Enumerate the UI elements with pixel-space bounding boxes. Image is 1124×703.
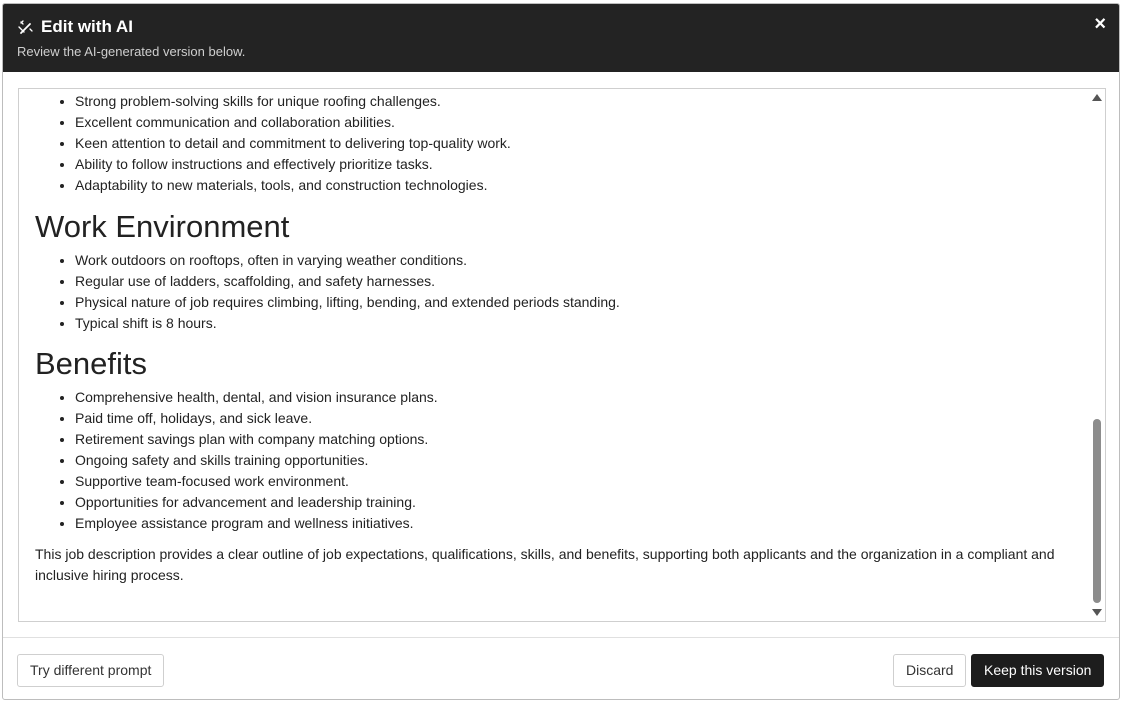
scroll-down-icon[interactable]	[1092, 609, 1102, 616]
list-item: Adaptability to new materials, tools, an…	[75, 175, 1073, 196]
keep-this-version-button[interactable]: Keep this version	[971, 654, 1105, 687]
work-environment-list: Work outdoors on rooftops, often in vary…	[35, 250, 1073, 334]
magic-wand-icon	[18, 20, 33, 34]
list-item: Comprehensive health, dental, and vision…	[75, 387, 1073, 408]
list-item: Ability to follow instructions and effec…	[75, 154, 1073, 175]
list-item: Regular use of ladders, scaffolding, and…	[75, 271, 1073, 292]
discard-button[interactable]: Discard	[893, 654, 967, 687]
dialog-footer: Try different prompt Discard Keep this v…	[3, 637, 1119, 699]
benefits-list: Comprehensive health, dental, and vision…	[35, 387, 1073, 534]
list-item: Strong problem-solving skills for unique…	[75, 91, 1073, 112]
dialog-title: Edit with AI	[41, 17, 133, 36]
content-scrollbar[interactable]	[1089, 89, 1105, 621]
benefits-heading: Benefits	[35, 346, 148, 381]
list-item: Ongoing safety and skills training oppor…	[75, 450, 1073, 471]
list-item: Retirement savings plan with company mat…	[75, 429, 1073, 450]
generated-content: Strong problem-solving skills for unique…	[19, 89, 1089, 621]
skills-list: Strong problem-solving skills for unique…	[35, 91, 1073, 196]
work-environment-heading: Work Environment	[35, 209, 290, 244]
list-item: Physical nature of job requires climbing…	[75, 292, 1073, 313]
list-item: Paid time off, holidays, and sick leave.	[75, 408, 1073, 429]
list-item: Typical shift is 8 hours.	[75, 313, 1073, 334]
list-item: Work outdoors on rooftops, often in vary…	[75, 250, 1073, 271]
scrollbar-thumb[interactable]	[1093, 419, 1101, 603]
close-icon[interactable]: ×	[1094, 14, 1106, 34]
list-item: Supportive team-focused work environment…	[75, 471, 1073, 492]
closing-paragraph: This job description provides a clear ou…	[35, 546, 1055, 583]
list-item: Excellent communication and collaboratio…	[75, 112, 1073, 133]
try-different-prompt-button[interactable]: Try different prompt	[17, 654, 165, 687]
dialog-subtitle: Review the AI-generated version below.	[17, 44, 246, 59]
dialog-header: Edit with AI Review the AI-generated ver…	[3, 4, 1119, 72]
list-item: Employee assistance program and wellness…	[75, 513, 1073, 534]
edit-with-ai-dialog: Edit with AI Review the AI-generated ver…	[2, 3, 1120, 700]
scroll-up-icon[interactable]	[1092, 94, 1102, 101]
list-item: Opportunities for advancement and leader…	[75, 492, 1073, 513]
list-item: Keen attention to detail and commitment …	[75, 133, 1073, 154]
generated-content-panel[interactable]: Strong problem-solving skills for unique…	[18, 88, 1106, 622]
